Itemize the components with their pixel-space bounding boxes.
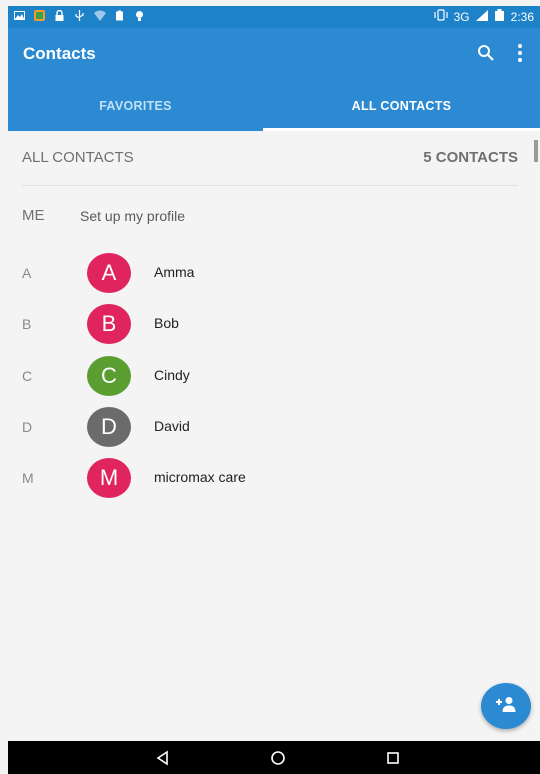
app-notification-icon — [34, 10, 45, 21]
app-bar: Contacts — [8, 28, 540, 80]
contact-name: Bob — [154, 315, 179, 331]
vibrate-icon — [434, 9, 448, 24]
usb-icon — [74, 10, 85, 21]
battery-icon — [494, 9, 505, 24]
contact-name: David — [154, 418, 190, 434]
tab-bar: FAVORITES ALL CONTACTS — [8, 80, 540, 131]
scrollbar[interactable] — [534, 140, 538, 162]
section-letter: D — [22, 419, 33, 435]
contact-name: Amma — [154, 264, 195, 280]
list-item[interactable]: B B Bob — [0, 304, 540, 344]
navigation-bar — [8, 741, 540, 774]
list-item[interactable]: M M micromax care — [0, 458, 540, 498]
recents-icon[interactable] — [383, 748, 403, 768]
back-icon[interactable] — [153, 748, 173, 768]
contact-name: micromax care — [154, 469, 246, 485]
tab-favorites[interactable]: FAVORITES — [8, 80, 263, 131]
tab-all-contacts[interactable]: ALL CONTACTS — [263, 80, 540, 131]
avatar: B — [87, 304, 131, 344]
divider — [22, 185, 518, 186]
clock: 2:36 — [510, 9, 534, 24]
section-letter: B — [22, 316, 32, 332]
list-header-label: ALL CONTACTS — [22, 149, 134, 166]
tab-indicator — [263, 128, 540, 131]
avatar: A — [87, 253, 131, 293]
signal-icon — [475, 9, 488, 24]
me-label: ME — [22, 207, 45, 224]
add-contact-button[interactable] — [481, 683, 531, 729]
list-item[interactable]: C C Cindy — [0, 356, 540, 396]
gallery-notification-icon — [14, 10, 25, 21]
contact-name: Cindy — [154, 367, 190, 383]
section-letter: C — [22, 368, 33, 384]
lock-notification-icon — [54, 9, 65, 21]
bulb-icon — [134, 10, 145, 21]
list-item[interactable]: A A Amma — [0, 253, 540, 293]
more-vert-icon[interactable] — [516, 42, 524, 64]
status-bar: 3G 2:36 — [8, 6, 540, 28]
wifi-icon — [94, 10, 106, 21]
home-icon[interactable] — [268, 748, 288, 768]
status-notification-icons — [14, 9, 145, 21]
setup-profile-text: Set up my profile — [80, 208, 186, 224]
contacts-count: 5 CONTACTS — [423, 149, 518, 166]
network-type: 3G — [453, 9, 470, 24]
search-icon[interactable] — [476, 43, 496, 63]
avatar: D — [87, 407, 131, 447]
list-item[interactable]: D D David — [0, 407, 540, 447]
section-letter: M — [22, 470, 34, 486]
status-system-icons: 3G 2:36 — [434, 9, 534, 24]
list-header: ALL CONTACTS 5 CONTACTS — [22, 149, 518, 169]
page-title: Contacts — [23, 44, 96, 63]
avatar: M — [87, 458, 131, 498]
clipboard-icon — [114, 10, 125, 21]
add-contact-icon — [495, 696, 517, 717]
section-letter: A — [22, 265, 32, 281]
avatar: C — [87, 356, 131, 396]
